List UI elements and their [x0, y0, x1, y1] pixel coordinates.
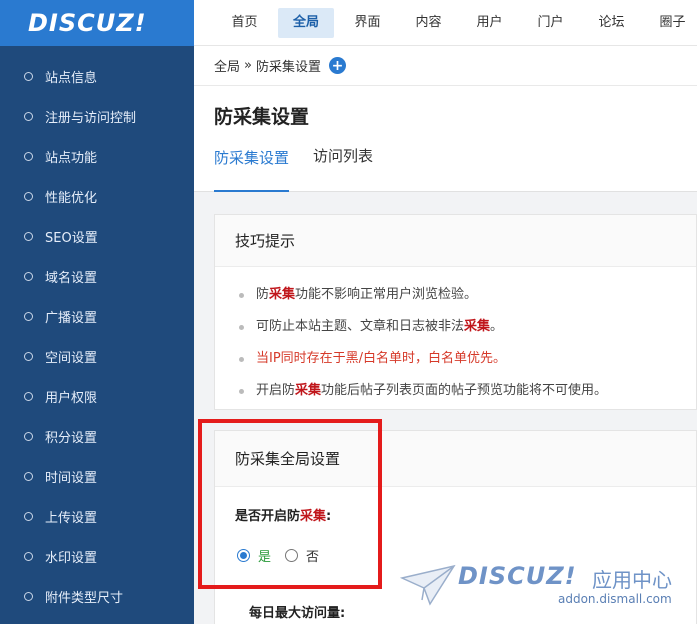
breadcrumb: 全局 » 防采集设置 +: [194, 46, 697, 86]
breadcrumb-current: 防采集设置: [255, 60, 321, 75]
sidebar-item-label: 用户权限: [45, 390, 98, 406]
logo[interactable]: DISCUZ!: [0, 0, 194, 46]
sidebar: DISCUZ! 站点信息 注册与访问控制 站点功能 性能优化 SEO设置 域名设…: [0, 0, 194, 624]
sidebar-item-attachment-types[interactable]: 附件类型尺寸: [0, 576, 194, 616]
circle-icon: [24, 151, 33, 161]
sidebar-item-site-info[interactable]: 站点信息: [0, 56, 194, 96]
tips-panel: 技巧提示 防采集 功能不影响正常用户浏览检验。 可防止本站主题、文章和日志被非法采…: [214, 214, 697, 410]
sidebar-item-label: 水印设置: [45, 550, 98, 566]
nav-home[interactable]: 首页: [214, 8, 275, 38]
watermark-url: addon.dismall.com: [558, 592, 672, 606]
watermark-logo: DISCUZ!: [458, 562, 577, 590]
nav-forum[interactable]: 论坛: [581, 8, 642, 38]
sidebar-item-seo[interactable]: SEO设置: [0, 216, 194, 256]
sidebar-item-site-features[interactable]: 站点功能: [0, 136, 194, 176]
breadcrumb-separator: »: [244, 58, 252, 73]
tabs: 防采集设置 访问列表: [214, 144, 397, 192]
circle-icon: [24, 351, 33, 361]
tip-item: 防采集 功能不影响正常用户浏览检验。: [239, 279, 696, 311]
sidebar-item-time[interactable]: 时间设置: [0, 456, 194, 496]
sidebar-item-label: 性能优化: [45, 190, 98, 206]
circle-icon: [24, 431, 33, 441]
add-shortcut-icon[interactable]: +: [329, 57, 346, 74]
circle-icon: [24, 551, 33, 561]
tips-list: 防采集 功能不影响正常用户浏览检验。 可防止本站主题、文章和日志被非法 采集。 当I…: [215, 267, 696, 413]
sidebar-item-label: 注册与访问控制: [45, 110, 137, 126]
sidebar-item-performance[interactable]: 性能优化: [0, 176, 194, 216]
tip-item: 可防止本站主题、文章和日志被非法 采集。: [239, 311, 696, 343]
top-nav: 首页 全局 界面 内容 用户 门户 论坛 圈子: [194, 0, 697, 46]
bullet-icon: [239, 388, 244, 394]
bullet-icon: [239, 324, 244, 330]
title-area: 防采集设置 防采集设置 访问列表: [194, 86, 697, 192]
sidebar-item-label: 积分设置: [45, 430, 98, 446]
circle-icon: [24, 71, 33, 81]
sidebar-menu: 站点信息 注册与访问控制 站点功能 性能优化 SEO设置 域名设置 广播设置 空…: [0, 46, 194, 616]
circle-icon: [24, 471, 33, 481]
nav-content[interactable]: 内容: [398, 8, 459, 38]
sidebar-item-label: 时间设置: [45, 470, 98, 486]
sidebar-item-label: 附件类型尺寸: [45, 590, 124, 606]
bullet-icon: [239, 292, 244, 298]
circle-icon: [24, 311, 33, 321]
watermark: DISCUZ! 应用中心 addon.dismall.com: [400, 560, 697, 624]
sidebar-item-register-access[interactable]: 注册与访问控制: [0, 96, 194, 136]
nav-users[interactable]: 用户: [459, 8, 520, 38]
daily-max-visits-label: 每日最大访问量:: [249, 606, 346, 621]
sidebar-item-user-permissions[interactable]: 用户权限: [0, 376, 194, 416]
nav-global[interactable]: 全局: [278, 7, 334, 38]
sidebar-item-space[interactable]: 空间设置: [0, 336, 194, 376]
paper-plane-icon: [400, 564, 456, 606]
sidebar-item-credits[interactable]: 积分设置: [0, 416, 194, 456]
tip-item: 开启防 采集 功能后帖子列表页面的帖子预览功能将不可使用。: [239, 375, 696, 407]
sidebar-item-label: 广播设置: [45, 310, 98, 326]
sidebar-item-domain[interactable]: 域名设置: [0, 256, 194, 296]
circle-icon: [24, 591, 33, 601]
bullet-icon: [239, 356, 244, 362]
tips-heading: 技巧提示: [215, 215, 696, 267]
circle-icon: [24, 271, 33, 281]
circle-icon: [24, 511, 33, 521]
circle-icon: [24, 231, 33, 241]
watermark-app-center: 应用中心: [592, 568, 672, 592]
sidebar-item-upload[interactable]: 上传设置: [0, 496, 194, 536]
tab-anti-collection-settings[interactable]: 防采集设置: [214, 144, 290, 192]
sidebar-item-label: 站点功能: [45, 150, 98, 166]
logo-text: DISCUZ!: [28, 9, 147, 37]
nav-portal[interactable]: 门户: [520, 8, 581, 38]
circle-icon: [24, 391, 33, 401]
tip-item: 当IP同时存在于黑/白名单时，白名单优先。: [239, 343, 696, 375]
sidebar-item-label: 域名设置: [45, 270, 98, 286]
breadcrumb-root[interactable]: 全局: [214, 56, 240, 75]
page-title: 防采集设置: [214, 106, 310, 128]
sidebar-item-label: 上传设置: [45, 510, 98, 526]
circle-icon: [24, 191, 33, 201]
tab-access-list[interactable]: 访问列表: [313, 144, 373, 192]
annotation-highlight-box: [198, 419, 382, 589]
sidebar-item-label: SEO设置: [45, 230, 98, 246]
sidebar-item-label: 空间设置: [45, 350, 98, 366]
sidebar-item-watermark[interactable]: 水印设置: [0, 536, 194, 576]
nav-interface[interactable]: 界面: [337, 8, 398, 38]
circle-icon: [24, 111, 33, 121]
nav-groups[interactable]: 圈子: [642, 8, 697, 38]
sidebar-item-broadcast[interactable]: 广播设置: [0, 296, 194, 336]
sidebar-item-label: 站点信息: [45, 70, 98, 86]
